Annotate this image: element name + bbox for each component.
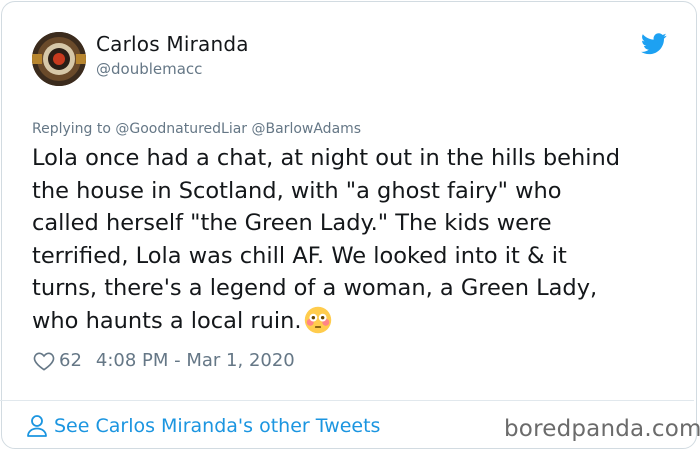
heart-outline-icon[interactable] [33,351,55,371]
reply-context: Replying to @GoodnaturedLiar @BarlowAdam… [32,121,361,137]
tweet-line-text: who haunts a local ruin. [32,307,302,334]
see-other-tweets-label: See Carlos Miranda's other Tweets [54,415,381,437]
tweet-line-last: who haunts a local ruin. [32,305,672,338]
author-handle[interactable]: @doublemacc [96,60,202,78]
tweet-line: terrified, Lola was chill AF. We looked … [32,242,567,269]
reply-mention-2[interactable]: @BarlowAdams [252,121,362,137]
tweet-meta: 62 4:08 PM - Mar 1, 2020 [33,350,295,371]
person-icon [27,415,47,437]
divider [0,400,694,401]
twitter-bird-icon[interactable] [641,33,667,55]
tweet-line: turns, there's a legend of a woman, a Gr… [32,275,598,302]
tweet-line: Lola once had a chat, at night out in th… [32,145,621,171]
tweet-line: the house in Scotland, with "a ghost fai… [32,177,562,204]
watermark: boredpanda.com [504,416,700,442]
tweet-timestamp[interactable]: 4:08 PM - Mar 1, 2020 [96,350,295,371]
like-count: 62 [59,350,82,371]
reply-mention-1[interactable]: @GoodnaturedLiar [115,121,247,137]
flushed-face-emoji [304,306,331,334]
tweet-line: called herself "the Green Lady." The kid… [32,210,552,237]
tweet-body: Lola once had a chat, at night out in th… [32,142,672,338]
author-avatar[interactable] [32,32,86,86]
reply-prefix: Replying to [32,121,111,137]
author-name[interactable]: Carlos Miranda [96,32,249,56]
see-other-tweets-link[interactable]: See Carlos Miranda's other Tweets [26,414,380,438]
